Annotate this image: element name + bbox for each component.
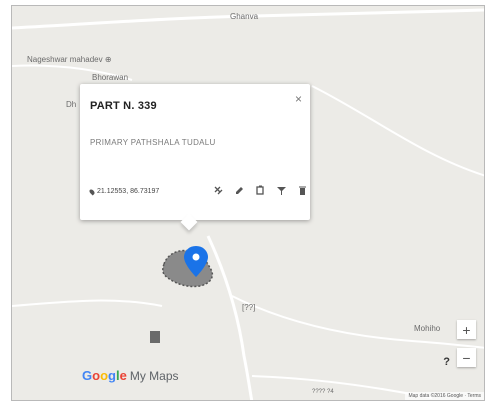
- delete-icon[interactable]: [296, 184, 308, 196]
- popup-toolbar: [212, 184, 308, 196]
- road: [231, 295, 484, 349]
- edit-icon[interactable]: [233, 184, 245, 196]
- map-attribution[interactable]: Map data ©2016 Google · Terms: [405, 392, 484, 400]
- map-frame[interactable]: Ghanva Nageshwar mahadev ⊕ Bhorawan Dh M…: [11, 5, 485, 401]
- popup-coordinates: 21.12553, 86.73197: [88, 187, 160, 196]
- road-label: [??]: [242, 303, 256, 312]
- landmark-icon: [150, 331, 160, 343]
- close-icon[interactable]: ×: [295, 93, 302, 105]
- place-label: Dh: [66, 100, 77, 109]
- coordinates-text: 21.12553, 86.73197: [97, 188, 160, 195]
- google-my-maps-logo: Google My Maps: [82, 368, 179, 383]
- feature-info-popup: PART N. 339 × PRIMARY PATHSHALA TUDALU 2…: [80, 84, 310, 231]
- logo-letter: g: [108, 368, 116, 383]
- road: [206, 235, 254, 400]
- road-label: ???? ?4: [312, 389, 334, 395]
- place-label: Bhorawan: [92, 73, 129, 82]
- style-icon[interactable]: [212, 184, 224, 196]
- logo-letter: e: [119, 368, 127, 383]
- logo-letter: o: [92, 368, 101, 383]
- place-label: Ghanva: [230, 12, 259, 21]
- logo-letter: G: [82, 368, 93, 383]
- filter-icon[interactable]: [275, 184, 287, 196]
- google-wordmark: Google: [82, 368, 127, 383]
- zoom-in-button[interactable]: +: [457, 320, 476, 339]
- road: [12, 299, 163, 307]
- product-name: My Maps: [129, 369, 179, 383]
- logo-letter: o: [100, 368, 109, 383]
- popup-title: PART N. 339: [90, 100, 157, 112]
- road: [311, 85, 484, 177]
- zoom-out-button[interactable]: −: [457, 348, 476, 367]
- pin-icon: [88, 187, 96, 196]
- copy-icon[interactable]: [254, 184, 266, 196]
- help-button[interactable]: ?: [443, 356, 450, 368]
- popup-description: PRIMARY PATHSHALA TUDALU: [90, 138, 216, 147]
- place-label: Nageshwar mahadev ⊕: [27, 55, 112, 64]
- place-label: Mohiho: [414, 324, 441, 333]
